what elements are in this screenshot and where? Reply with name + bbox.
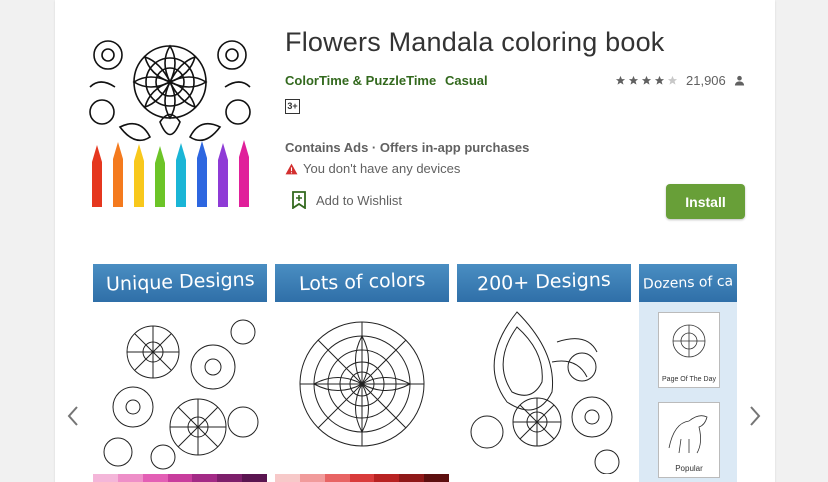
horse-illustration (668, 415, 708, 454)
screenshot-caption: 200+ Designs (457, 264, 631, 302)
genre-link[interactable]: Casual (445, 73, 488, 88)
star-rating (615, 75, 678, 86)
screenshot-caption: Lots of colors (275, 264, 449, 302)
screenshot-3[interactable]: 200+ Designs (457, 264, 631, 482)
device-warning: You don't have any devices (285, 161, 460, 176)
star-empty-icon (667, 75, 678, 85)
app-title: Flowers Mandala coloring book (285, 27, 665, 57)
warning-icon (285, 163, 298, 174)
screenshot-1[interactable]: Unique Designs (93, 264, 267, 482)
app-details-card: Flowers Mandala coloring book ColorTime … (55, 0, 775, 482)
star-icon (641, 75, 652, 85)
mandala-illustration (299, 321, 425, 447)
bookmark-add-icon (292, 191, 306, 209)
screenshot-4[interactable]: Dozens of ca Page Of The Day Popular (639, 264, 737, 482)
rating-summary: 21,906 (615, 73, 745, 88)
star-icon (615, 75, 626, 85)
category-tile[interactable]: Popular (658, 402, 720, 478)
chevron-left-icon[interactable] (65, 405, 81, 427)
tile-label: Popular (675, 464, 703, 473)
thumb-illustration (672, 324, 706, 358)
star-icon (654, 75, 665, 85)
ads-info: Contains Ads · Offers in-app purchases (285, 140, 530, 155)
install-button[interactable]: Install (666, 184, 745, 219)
category-tile[interactable]: Page Of The Day (658, 312, 720, 388)
content-rating-badge: 3+ (285, 99, 300, 114)
wishlist-label: Add to Wishlist (316, 192, 402, 208)
category-grid: Page Of The Day Popular (639, 302, 737, 482)
device-warning-text: You don't have any devices (303, 161, 461, 176)
person-icon (734, 75, 744, 86)
color-palette (275, 474, 449, 482)
color-palette (93, 474, 267, 482)
developer-link[interactable]: ColorTime & PuzzleTime (285, 73, 436, 88)
screenshot-2[interactable]: Lots of colors (275, 264, 449, 482)
tile-label: Page Of The Day (662, 376, 716, 383)
star-icon (628, 75, 639, 85)
app-icon (80, 27, 260, 207)
chevron-right-icon[interactable] (747, 405, 763, 427)
rating-count: 21,906 (686, 73, 726, 88)
paisley-illustration (470, 311, 620, 474)
screenshot-gallery[interactable]: Unique Designs Lots of colors 200+ Desig… (93, 264, 737, 482)
add-to-wishlist-button[interactable]: Add to Wishlist (292, 191, 402, 209)
screenshot-caption: Unique Designs (93, 264, 267, 302)
flowers-illustration (103, 319, 259, 470)
screenshot-caption: Dozens of ca (639, 264, 737, 302)
